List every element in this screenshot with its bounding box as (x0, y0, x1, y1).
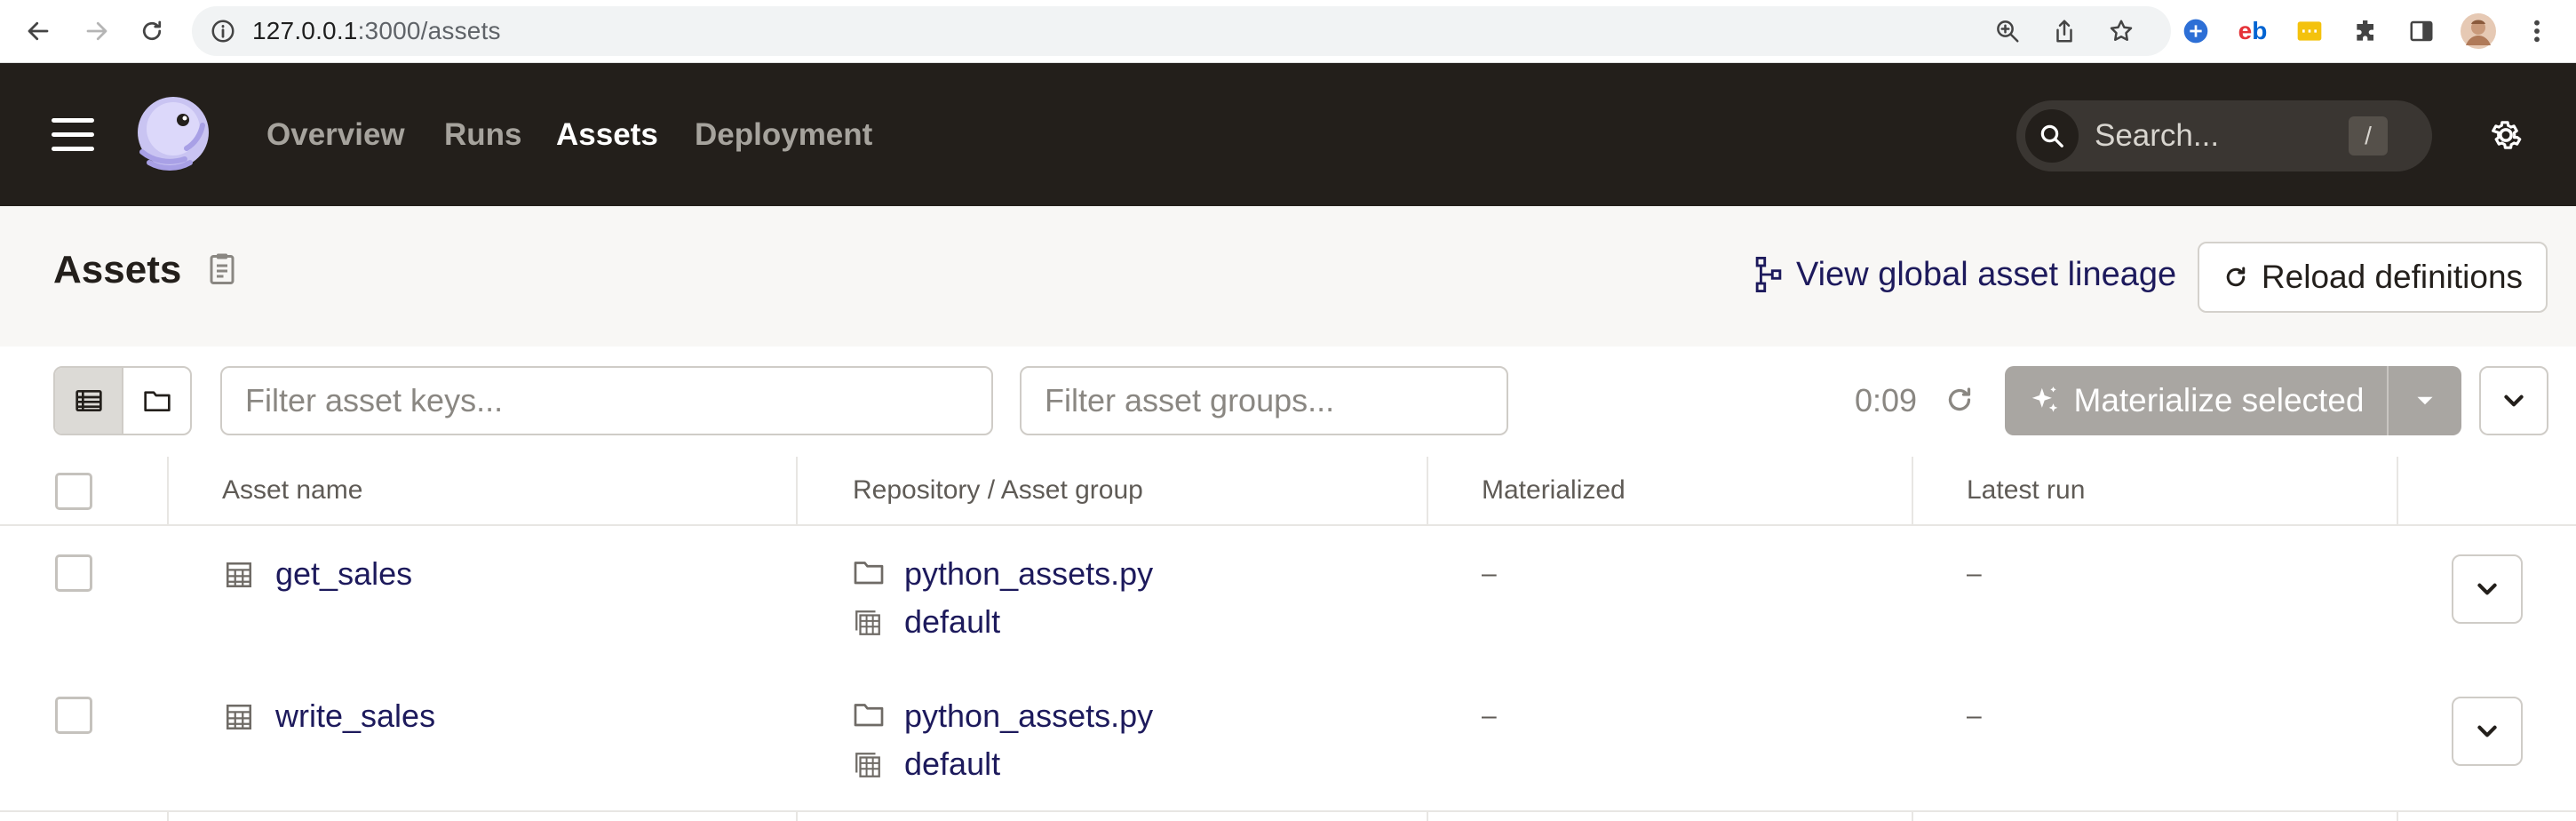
puzzle-icon[interactable] (2349, 13, 2384, 49)
chevron-down-icon (2504, 395, 2524, 407)
row-checkbox[interactable] (55, 697, 92, 734)
materialized-value: – (1482, 701, 1497, 730)
chevron-down-icon (2477, 725, 2497, 737)
reload-definitions-label: Reload definitions (2261, 259, 2524, 295)
hamburger-menu-icon[interactable] (52, 118, 96, 152)
browser-toolbar: 127.0.0.1:3000/assets eb (0, 0, 2576, 63)
select-all-checkbox[interactable] (55, 473, 92, 510)
assets-toolbar: 0:09 Materialize selected (0, 347, 2576, 458)
url-text[interactable]: 127.0.0.1:3000/assets (252, 18, 501, 44)
view-toggle (53, 366, 192, 435)
list-view-icon[interactable] (55, 368, 123, 434)
column-latest-run[interactable]: Latest run (1967, 474, 2085, 506)
refresh-icon (2226, 267, 2246, 287)
address-bar[interactable]: 127.0.0.1:3000/assets (192, 6, 2171, 56)
reload-icon[interactable] (130, 9, 174, 53)
search-shortcut-key: / (2349, 116, 2388, 155)
materialize-selected-button[interactable]: Materialize selected (2005, 366, 2461, 435)
extension-icon[interactable] (2178, 13, 2214, 49)
lineage-icon (1755, 257, 1782, 292)
row-actions-button[interactable] (2452, 697, 2523, 766)
column-materialized[interactable]: Materialized (1482, 474, 1626, 506)
column-asset-name[interactable]: Asset name (222, 474, 362, 506)
table-row: get_sales python_assets.py default – – (0, 526, 2576, 670)
profile-avatar[interactable] (2461, 13, 2496, 49)
forward-icon[interactable] (75, 9, 119, 53)
search-placeholder: Search... (2095, 118, 2220, 153)
nav-deployment[interactable]: Deployment (695, 116, 872, 154)
asset-group-icon (853, 750, 883, 780)
row-checkbox[interactable] (55, 554, 92, 592)
refresh-timer: 0:09 (1855, 382, 1918, 418)
nav-assets[interactable]: Assets (556, 116, 658, 154)
repository-link[interactable]: python_assets.py (904, 697, 1153, 736)
folder-icon (853, 558, 884, 588)
reload-definitions-button[interactable]: Reload definitions (2198, 242, 2548, 313)
ebay-extension-icon[interactable]: eb (2235, 13, 2270, 49)
more-options-button[interactable] (2479, 366, 2548, 435)
materialized-value: – (1482, 559, 1497, 588)
lineage-link-label: View global asset lineage (1796, 256, 2177, 293)
zoom-icon[interactable] (1992, 15, 2023, 47)
info-icon[interactable] (210, 18, 236, 44)
gear-icon[interactable] (2487, 116, 2524, 154)
folder-icon (853, 700, 884, 730)
view-global-lineage-link[interactable]: View global asset lineage (1755, 254, 2176, 295)
asset-group-link[interactable]: default (904, 745, 1000, 784)
repository-link[interactable]: python_assets.py (904, 554, 1153, 594)
clipboard-icon[interactable] (206, 251, 238, 286)
sparkle-icon (2031, 387, 2057, 412)
latest-run-value: – (1967, 559, 1982, 588)
materialize-main[interactable]: Materialize selected (2005, 366, 2389, 435)
page-header: Assets View global asset lineage Reload … (0, 206, 2576, 348)
refresh-icon[interactable] (1944, 384, 1976, 416)
nav-overview[interactable]: Overview (266, 116, 405, 154)
table-header: Asset name Repository / Asset group Mate… (0, 457, 2576, 526)
asset-group-link[interactable]: default (904, 602, 1000, 642)
latest-run-value: – (1967, 701, 1982, 730)
page-title: Assets (53, 248, 182, 291)
materialize-label: Materialize selected (2073, 382, 2365, 418)
column-repository[interactable]: Repository / Asset group (853, 474, 1143, 506)
table-icon (224, 560, 254, 590)
app-top-nav: Overview Runs Assets Deployment Search..… (0, 63, 2576, 206)
star-icon[interactable] (2105, 15, 2137, 47)
dagster-logo[interactable] (131, 93, 215, 177)
table-row: write_sales python_assets.py default – – (0, 668, 2576, 812)
browser-menu-icon[interactable] (2519, 13, 2555, 49)
caret-down-icon[interactable] (2389, 366, 2461, 435)
sidepanel-icon[interactable] (2404, 13, 2439, 49)
table-icon (224, 702, 254, 732)
row-actions-button[interactable] (2452, 554, 2523, 624)
back-icon[interactable] (16, 9, 60, 53)
chevron-down-icon (2477, 583, 2497, 595)
search-icon (2025, 109, 2079, 163)
asset-group-icon (853, 608, 883, 638)
asset-name-link[interactable]: get_sales (275, 554, 412, 594)
share-icon[interactable] (2048, 15, 2080, 47)
search-box[interactable]: Search... / (2016, 100, 2432, 171)
extension-icon[interactable] (2292, 13, 2327, 49)
asset-name-link[interactable]: write_sales (275, 697, 435, 736)
filter-asset-keys-input[interactable] (220, 366, 993, 435)
nav-runs[interactable]: Runs (444, 116, 522, 154)
filter-asset-groups-input[interactable] (1020, 366, 1508, 435)
folder-view-icon[interactable] (123, 368, 190, 434)
